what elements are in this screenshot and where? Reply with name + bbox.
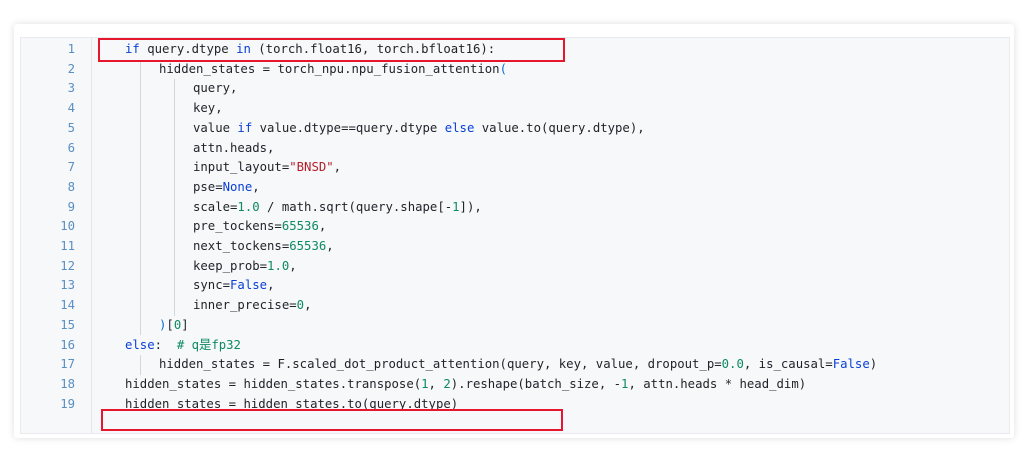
code-token: scale= xyxy=(193,199,238,214)
code-token: 1 xyxy=(421,376,429,391)
code-token: , xyxy=(333,160,342,175)
line-number: 10 xyxy=(60,219,75,234)
code-line: pse=None, xyxy=(193,178,260,197)
line-number: 5 xyxy=(67,120,75,135)
line-number: 2 xyxy=(67,61,75,76)
line-number: 6 xyxy=(67,140,75,155)
code-token: 1.0 xyxy=(267,258,290,273)
code-token: hidden_states = torch_npu.npu_fusion_att… xyxy=(159,61,500,76)
line-number: 18 xyxy=(60,376,75,391)
highlight-box-line-19 xyxy=(101,409,563,431)
code-token: : xyxy=(154,337,177,352)
code-token: ] xyxy=(181,317,189,332)
code-token: 65536 xyxy=(281,219,319,234)
code-token: ) xyxy=(869,357,878,372)
line-number: 17 xyxy=(60,357,75,372)
code-token: , xyxy=(304,298,312,313)
line-number: 11 xyxy=(60,239,75,253)
code-token: hidden_states = F.scaled_dot_product_att… xyxy=(159,357,722,372)
line-number: 7 xyxy=(67,160,75,175)
code-token: query, xyxy=(193,81,238,96)
code-token: hidden_states = hidden_states.transpose( xyxy=(125,376,422,391)
highlight-box-line-1 xyxy=(98,38,565,62)
line-number: 1 xyxy=(67,42,75,56)
line-number: 12 xyxy=(60,258,75,273)
code-line: hidden_states = hidden_states.transpose(… xyxy=(125,375,806,394)
code-token: 65536 xyxy=(289,239,327,253)
code-token: False xyxy=(832,357,870,372)
line-number: 13 xyxy=(60,278,75,293)
code-line: )[0] xyxy=(159,316,189,335)
line-number: 14 xyxy=(60,298,75,313)
code-token: [ xyxy=(166,317,174,332)
code-token: value.to(query.dtype), xyxy=(481,120,645,135)
code-token: input_layout= xyxy=(193,160,290,175)
code-line: key, xyxy=(193,99,223,118)
indent-guide xyxy=(174,79,175,316)
code-line: pre_tockens=65536, xyxy=(193,217,326,236)
code-token: if xyxy=(237,120,260,135)
code-token: 0 xyxy=(296,298,305,313)
code-token: 2 xyxy=(443,376,451,391)
code-token: 0.0 xyxy=(721,357,744,372)
code-line: scale=1.0 / math.sqrt(query.shape[-1]), xyxy=(193,198,482,217)
code-line: value if value.dtype==query.dtype else v… xyxy=(193,119,645,138)
line-number: 9 xyxy=(67,199,75,214)
line-number: 19 xyxy=(60,396,75,411)
code-token: else xyxy=(125,337,155,352)
code-token: pre_tockens= xyxy=(193,219,282,234)
line-number-gutter: 1 2 3 4 5 6 7 8 9 10 11 12 13 14 15 16 17 18 19 xyxy=(21,38,92,433)
code-line: input_layout="BNSD", xyxy=(193,158,341,177)
code-token: 1 xyxy=(452,199,460,214)
code-line: inner_precise=0, xyxy=(193,296,311,315)
code-line: hidden_states = F.scaled_dot_product_att… xyxy=(159,355,877,374)
code-token: , xyxy=(289,258,297,273)
code-token: attn.heads, xyxy=(193,140,275,155)
code-token: ]), xyxy=(459,199,482,214)
line-number: 8 xyxy=(67,179,75,194)
code-token: keep_prob= xyxy=(193,258,268,273)
code-token: ).reshape(batch_size, - xyxy=(450,376,622,391)
code-token: key, xyxy=(193,101,223,116)
indent-guide xyxy=(140,355,141,375)
code-token: , xyxy=(252,179,260,194)
code-token: , is_causal= xyxy=(743,357,833,372)
code-token: , xyxy=(428,376,444,391)
code-line: else: # q是fp32 xyxy=(125,336,241,355)
code-line: keep_prob=1.0, xyxy=(193,257,297,276)
code-token: , xyxy=(318,219,327,234)
code-line: hidden_states = torch_npu.npu_fusion_att… xyxy=(159,60,507,79)
code-token: / math.sqrt(query.shape[- xyxy=(259,199,453,214)
code-token: sync= xyxy=(193,278,231,293)
code-token: , attn.heads * head_dim) xyxy=(628,376,807,391)
code-token: inner_precise= xyxy=(193,298,297,313)
code-line: next_tockens=65536, xyxy=(193,237,334,256)
indent-guide xyxy=(140,59,141,336)
line-number: 4 xyxy=(67,101,75,116)
code-token: , xyxy=(267,278,275,293)
code-token: next_tockens= xyxy=(193,239,290,253)
code-token: "BNSD" xyxy=(289,160,334,175)
code-token: None xyxy=(222,179,253,194)
code-token: value.dtype==query.dtype xyxy=(259,120,445,135)
code-token: pse= xyxy=(193,179,223,194)
code-token: 1.0 xyxy=(237,199,260,214)
code-line: query, xyxy=(193,79,237,98)
code-token: value xyxy=(193,120,238,135)
line-number: 15 xyxy=(60,317,75,332)
code-editor[interactable]: 1 2 3 4 5 6 7 8 9 10 11 12 13 14 15 16 17 18 19 if query.d… xyxy=(20,37,1010,434)
code-line: attn.heads, xyxy=(193,139,274,158)
code-line: sync=False, xyxy=(193,276,274,295)
code-token: else xyxy=(444,120,482,135)
code-card: 1 2 3 4 5 6 7 8 9 10 11 12 13 14 15 16 17 18 19 if query.d… xyxy=(14,24,1014,438)
code-token: False xyxy=(230,278,268,293)
code-token: ( xyxy=(499,61,507,76)
code-token: # q是fp32 xyxy=(176,337,241,352)
line-number: 16 xyxy=(60,337,75,352)
code-token: , xyxy=(326,239,334,253)
line-number: 3 xyxy=(67,81,75,96)
